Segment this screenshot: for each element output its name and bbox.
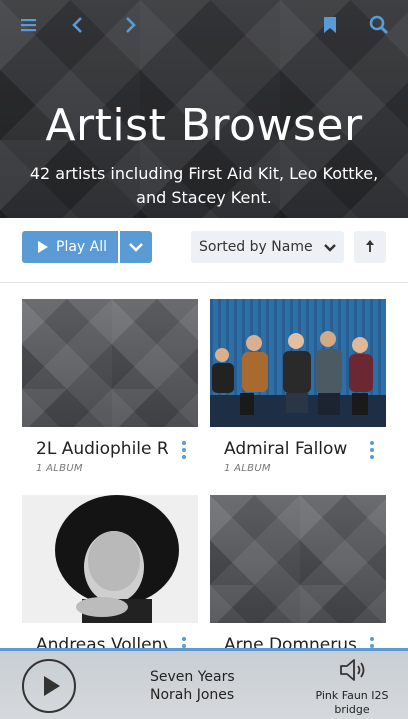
sort-dropdown[interactable]: Sorted by Name xyxy=(191,231,344,263)
search-icon[interactable] xyxy=(367,13,391,37)
kebab-icon[interactable] xyxy=(368,441,376,461)
play-all-label: Play All xyxy=(56,239,108,255)
play-icon xyxy=(38,241,48,253)
forward-icon[interactable] xyxy=(118,13,142,37)
artist-card[interactable]: Arne Domnerus xyxy=(210,495,386,648)
output-zone-label[interactable]: Pink Faun I2S bridge xyxy=(312,689,392,717)
back-icon[interactable] xyxy=(66,13,90,37)
artist-photo xyxy=(210,299,386,427)
artist-name: Arne Domnerus xyxy=(224,635,356,648)
play-all-button[interactable]: Play All xyxy=(22,231,118,263)
bookmark-icon[interactable] xyxy=(318,13,342,37)
page-title: Artist Browser xyxy=(45,100,363,151)
portrait-photo-image xyxy=(22,495,198,623)
track-title[interactable]: Seven Years xyxy=(150,669,235,685)
artist-thumbnail xyxy=(22,299,198,427)
hero-banner: Artist Browser 42 artists including Firs… xyxy=(0,0,408,218)
kebab-icon[interactable] xyxy=(180,441,188,461)
sort-label: Sorted by Name xyxy=(199,239,313,255)
speaker-icon[interactable] xyxy=(338,657,368,683)
kebab-icon[interactable] xyxy=(368,637,376,648)
band-photo-image xyxy=(210,299,386,427)
album-count: 1 ALBUM xyxy=(36,463,83,474)
artist-thumbnail xyxy=(210,495,386,623)
top-bar xyxy=(0,0,408,50)
play-options-button[interactable] xyxy=(120,231,152,263)
now-playing-bar: Seven Years Norah Jones Pink Faun I2S br… xyxy=(0,648,408,719)
artist-grid: 2L Audiophile Re 1 ALBUM Admiral Fallow … xyxy=(0,283,408,648)
artist-name: 2L Audiophile Re xyxy=(36,439,168,459)
play-button[interactable] xyxy=(22,659,76,713)
menu-icon[interactable] xyxy=(17,13,41,37)
artist-photo xyxy=(22,495,198,623)
artist-card[interactable]: Admiral Fallow 1 ALBUM xyxy=(210,299,386,474)
toolbar: Play All Sorted by Name xyxy=(0,218,408,283)
kebab-icon[interactable] xyxy=(180,637,188,648)
album-count: 1 ALBUM xyxy=(224,463,271,474)
play-icon xyxy=(44,676,60,696)
track-artist[interactable]: Norah Jones xyxy=(150,687,234,703)
artist-name: Andreas Vollenv xyxy=(36,635,168,648)
sort-arrow-icon xyxy=(366,240,374,252)
artist-card[interactable]: 2L Audiophile Re 1 ALBUM xyxy=(22,299,198,474)
chevron-down-icon xyxy=(129,243,143,252)
chevron-down-icon xyxy=(324,244,336,252)
sort-direction-button[interactable] xyxy=(354,231,386,263)
artist-card[interactable]: Andreas Vollenv xyxy=(22,495,198,648)
artist-name: Admiral Fallow xyxy=(224,439,348,459)
page-subtitle: 42 artists including First Aid Kit, Leo … xyxy=(29,164,379,207)
